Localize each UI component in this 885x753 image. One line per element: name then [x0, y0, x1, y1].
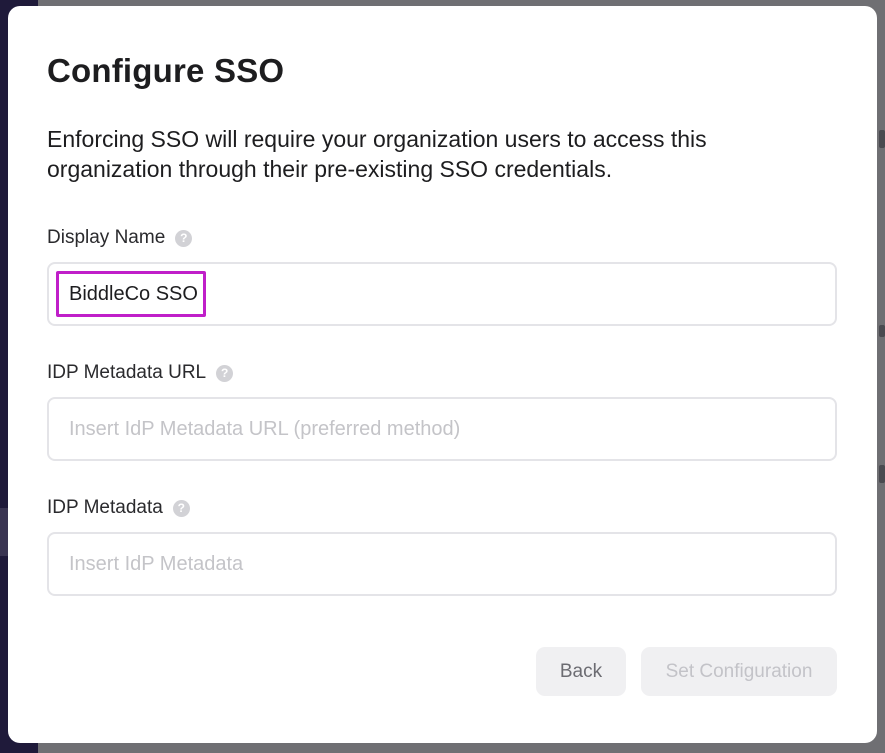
question-circle-icon[interactable]: ?: [216, 364, 234, 382]
idp-metadata-input[interactable]: [47, 532, 837, 596]
back-button[interactable]: Back: [536, 647, 626, 696]
background-element: [879, 465, 885, 483]
idp-metadata-label: IDP Metadata: [47, 497, 163, 518]
question-circle-icon[interactable]: ?: [172, 499, 190, 517]
display-name-input[interactable]: [47, 262, 837, 326]
idp-metadata-url-label: IDP Metadata URL: [47, 362, 207, 383]
dialog-title: Configure SSO: [47, 52, 285, 89]
background-element: [879, 325, 885, 337]
set-configuration-button[interactable]: Set Configuration: [641, 647, 837, 696]
question-circle-icon[interactable]: ?: [175, 229, 193, 247]
display-name-label-row: Display Name ?: [47, 227, 193, 249]
idp-metadata-label-row: IDP Metadata ?: [47, 497, 190, 519]
configure-sso-dialog: Configure SSO Enforcing SSO will require…: [8, 6, 877, 743]
display-name-label: Display Name: [47, 227, 166, 248]
idp-metadata-url-label-row: IDP Metadata URL ?: [47, 362, 234, 384]
background-element: [879, 130, 885, 148]
idp-metadata-url-input[interactable]: [47, 397, 837, 461]
dialog-description: Enforcing SSO will require your organiza…: [47, 126, 707, 182]
